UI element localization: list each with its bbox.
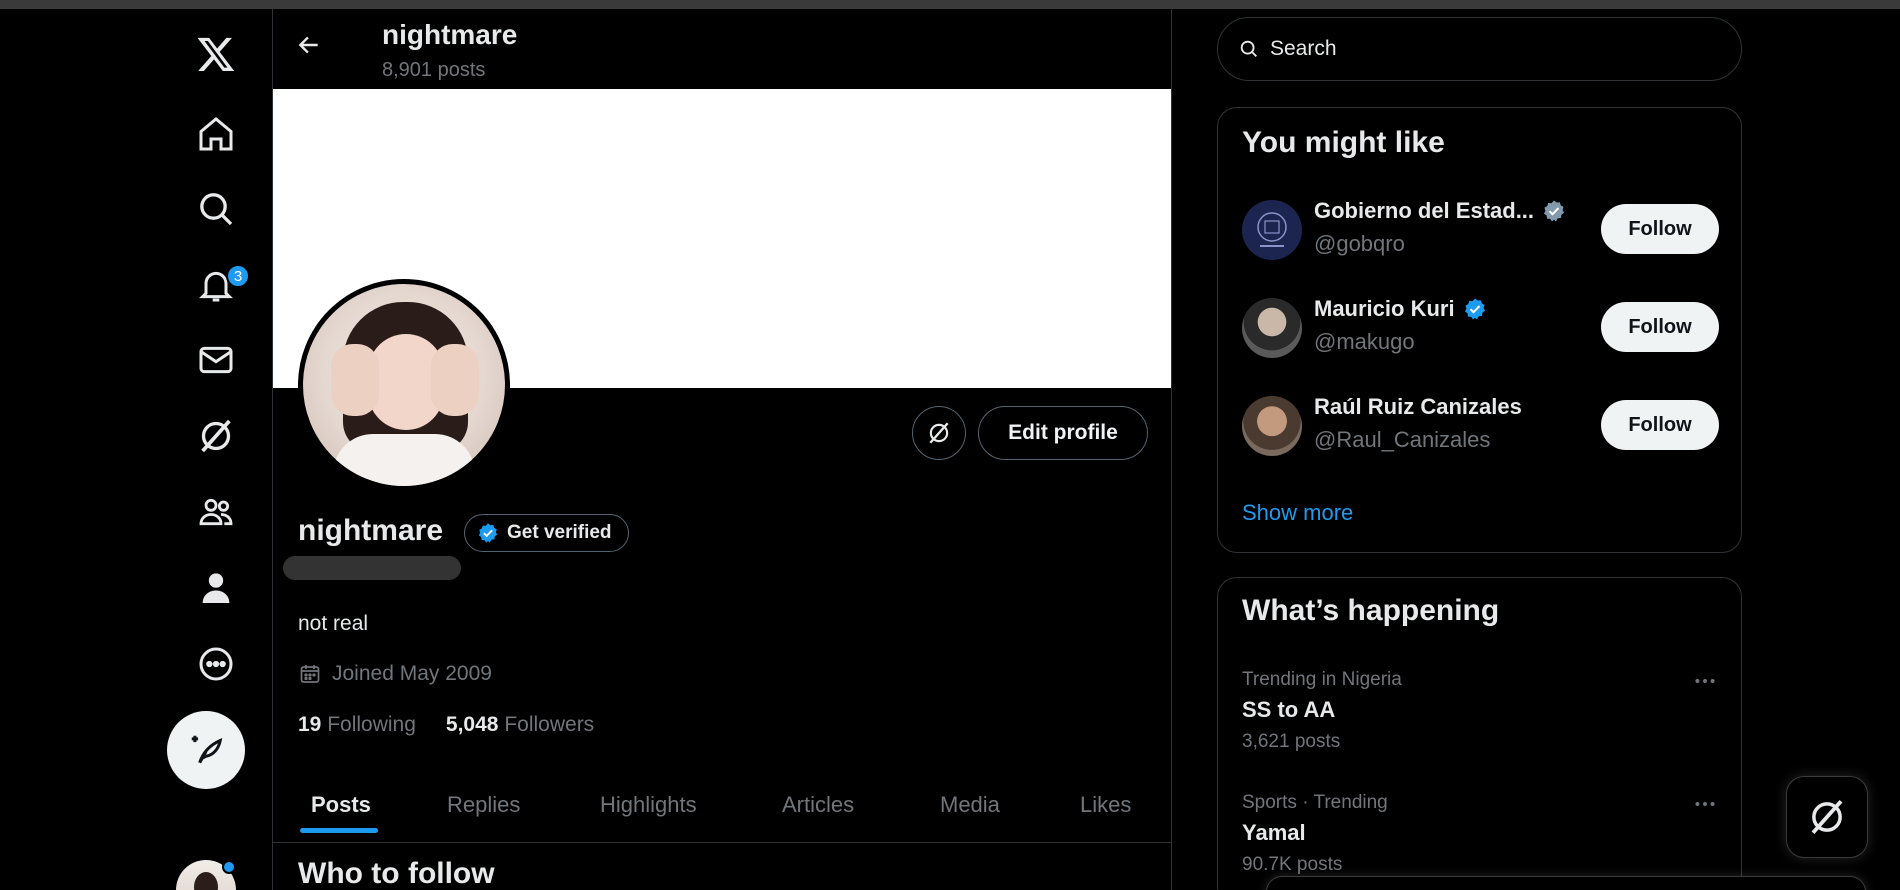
trend-post-count: 90.7K posts [1242, 854, 1343, 875]
suggestion-name[interactable]: Mauricio Kuri [1314, 296, 1487, 322]
suggestion-avatar[interactable] [1242, 298, 1302, 358]
redacted-handle [283, 556, 461, 580]
header-post-count: 8,901 posts [382, 59, 486, 81]
get-verified-button[interactable]: Get verified [464, 514, 629, 552]
you-might-like-title: You might like [1242, 126, 1445, 159]
messages-envelope-icon[interactable] [181, 331, 251, 389]
profile-header: nightmare 8,901 posts [273, 9, 1171, 89]
trend-post-count: 3,621 posts [1242, 731, 1341, 752]
show-more-link[interactable]: Show more [1242, 500, 1353, 526]
suggestion-name-text: Gobierno del Estad... [1314, 198, 1535, 223]
home-icon[interactable] [181, 105, 251, 163]
suggestion-avatar[interactable] [1242, 396, 1302, 456]
active-tab-indicator [300, 828, 378, 833]
follow-stats: 19 Following 5,048 Followers [298, 713, 594, 737]
you-might-like-card: You might like Gobierno del Estad... @go… [1217, 107, 1742, 553]
compose-post-button[interactable] [167, 711, 245, 789]
tab-highlights[interactable]: Highlights [600, 767, 697, 843]
suggestion-handle: @Raul_Canizales [1314, 427, 1491, 452]
tab-articles[interactable]: Articles [782, 767, 854, 843]
suggestion-row[interactable]: Mauricio Kuri @makugo Follow [1242, 296, 1720, 360]
following-count: 19 [298, 713, 322, 736]
suggestion-name[interactable]: Gobierno del Estad... [1314, 198, 1566, 224]
communities-icon[interactable] [181, 483, 251, 541]
trend-item[interactable]: Trending in Nigeria SS to AA 3,621 posts [1242, 669, 1720, 753]
follow-button[interactable]: Follow [1601, 400, 1719, 450]
followers-link[interactable]: 5,048 Followers [446, 713, 594, 737]
profile-display-name: nightmare [298, 514, 444, 547]
grok-icon[interactable] [181, 407, 251, 465]
grok-floating-button[interactable] [1786, 776, 1868, 858]
grok-icon [929, 422, 949, 444]
more-options-icon[interactable] [181, 635, 251, 693]
header-title: nightmare [382, 19, 518, 50]
suggestion-avatar[interactable] [1242, 200, 1302, 260]
get-verified-label: Get verified [507, 522, 612, 543]
search-input[interactable] [1270, 37, 1710, 61]
joined-label: Joined May 2009 [332, 662, 492, 685]
verified-badge-icon [478, 523, 498, 543]
profile-bio: not real [298, 612, 369, 635]
followers-count: 5,048 [445, 713, 499, 736]
tab-replies[interactable]: Replies [447, 767, 520, 843]
suggestion-handle: @gobqro [1314, 231, 1405, 256]
profile-avatar[interactable] [298, 279, 510, 491]
trend-title: Yamal [1242, 820, 1306, 845]
notification-count-badge: 3 [226, 264, 250, 288]
window-top-strip [0, 0, 1900, 9]
grok-icon [1811, 799, 1843, 835]
x-logo-icon[interactable] [181, 25, 251, 83]
search-box[interactable] [1217, 17, 1742, 81]
feather-plus-icon [191, 735, 223, 764]
whats-happening-card: What’s happening Trending in Nigeria SS … [1217, 577, 1742, 890]
suggestion-name-text: Mauricio Kuri [1314, 296, 1455, 321]
trend-title: SS to AA [1242, 697, 1336, 722]
edit-profile-button[interactable]: Edit profile [978, 406, 1148, 460]
explore-search-icon[interactable] [181, 180, 251, 238]
tab-likes[interactable]: Likes [1080, 767, 1131, 843]
suggestion-row[interactable]: Gobierno del Estad... @gobqro Follow [1242, 198, 1720, 262]
trend-more-options-icon[interactable] [1690, 671, 1720, 691]
suggestion-handle: @makugo [1314, 329, 1415, 354]
tab-media[interactable]: Media [940, 767, 1000, 843]
trend-item[interactable]: Sports · Trending Yamal 90.7K posts [1242, 792, 1720, 876]
suggestion-name[interactable]: Raúl Ruiz Canizales [1314, 394, 1522, 420]
trend-context: Sports · Trending [1242, 792, 1388, 813]
trend-context: Trending in Nigeria [1242, 669, 1402, 690]
following-link[interactable]: 19 Following [298, 713, 416, 737]
notifications-bell-icon[interactable]: 3 [181, 256, 251, 314]
trend-more-options-icon[interactable] [1690, 794, 1720, 814]
whats-happening-title: What’s happening [1242, 594, 1500, 627]
search-icon [1240, 40, 1257, 57]
calendar-icon [300, 665, 320, 683]
seal-logo-icon [1257, 212, 1287, 247]
profile-person-icon[interactable] [181, 559, 251, 617]
account-status-dot [222, 860, 236, 874]
messages-drawer[interactable] [1266, 876, 1866, 890]
follow-button[interactable]: Follow [1601, 204, 1719, 254]
gray-verified-badge-icon [1544, 200, 1565, 222]
grok-profile-button[interactable] [912, 406, 966, 460]
suggestion-row[interactable]: Raúl Ruiz Canizales @Raul_Canizales Foll… [1242, 394, 1720, 458]
follow-button[interactable]: Follow [1601, 302, 1719, 352]
following-label: Following [327, 713, 416, 736]
blue-verified-badge-icon [1464, 298, 1485, 320]
profile-main-column: nightmare 8,901 posts Edit profile night… [272, 9, 1172, 890]
who-to-follow-heading: Who to follow [298, 857, 495, 890]
joined-date: Joined May 2009 [298, 662, 492, 686]
followers-label: Followers [504, 713, 595, 736]
back-arrow-icon[interactable] [289, 25, 329, 65]
suggestion-name-text: Raúl Ruiz Canizales [1314, 394, 1522, 419]
profile-tabs: Posts Replies Highlights Articles Media … [273, 767, 1171, 843]
